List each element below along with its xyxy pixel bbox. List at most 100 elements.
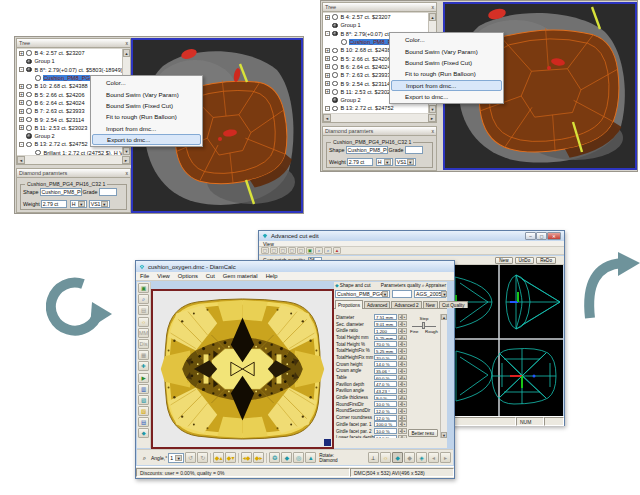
tree-item-label[interactable]: B 13: 2.72 ct. $24752 xyxy=(34,141,89,147)
context-menu-item[interactable]: Import from dmc... xyxy=(391,80,502,91)
zoom-out-icon[interactable]: ⌕ xyxy=(324,247,332,254)
parameter-input[interactable]: 64.0 % xyxy=(374,435,397,438)
tree-item-label[interactable]: Brillant 1: 2.72 ct (24752 $), H V xyxy=(43,150,125,155)
parameter-spinner[interactable]: ◂▸ xyxy=(398,368,407,374)
tree-expander-icon[interactable]: - xyxy=(19,142,24,147)
clarity-combobox[interactable]: VS1▼ xyxy=(89,200,110,208)
step-slider[interactable] xyxy=(410,321,438,329)
tree-expander-icon[interactable]: + xyxy=(325,56,330,61)
parameter-input[interactable]: 12.0 % xyxy=(374,415,397,421)
tree-item-label[interactable]: B 6: 2.64 ct. $24024 xyxy=(34,100,86,106)
parameter-input[interactable]: 100.0 % xyxy=(374,421,397,427)
tab[interactable]: Advanced 2 xyxy=(391,301,421,308)
grade-input[interactable] xyxy=(99,188,117,196)
chevron-down-icon[interactable]: ▼ xyxy=(382,291,388,297)
parameter-spinner[interactable]: ◂▸ xyxy=(398,401,407,407)
chevron-down-icon[interactable]: ▼ xyxy=(407,159,414,165)
parameter-spinner[interactable]: ◂▸ xyxy=(398,341,407,347)
target-icon[interactable]: ◎ xyxy=(293,452,304,463)
parameter-input[interactable]: 35.06 ° xyxy=(374,368,397,374)
scroll-down-icon[interactable]: ▼ xyxy=(429,105,436,113)
turn-left-icon[interactable]: ◂◆ xyxy=(241,452,252,463)
parameter-input[interactable]: 7.51 mm xyxy=(374,314,397,320)
tree-item-label[interactable]: B 8*: 2.79(+0.07) ct. $5803(-18949) xyxy=(34,67,124,73)
panel-scrollbar[interactable]: ▲▼ xyxy=(440,314,447,438)
button[interactable]: ReDo xyxy=(536,257,556,264)
photo-icon[interactable]: ▦ xyxy=(138,350,149,360)
close-icon[interactable]: x xyxy=(432,129,435,134)
parameter-spinner[interactable]: ◂▸ xyxy=(398,395,407,401)
tree-expander-icon[interactable]: - xyxy=(19,67,24,72)
parameter-spinner[interactable]: ◂▸ xyxy=(398,421,407,427)
tree-expander-icon[interactable]: + xyxy=(325,15,330,20)
open-icon[interactable]: ▧ xyxy=(138,406,149,416)
tree-expander-icon[interactable]: + xyxy=(325,89,330,94)
parameter-input[interactable]: 10.0 % xyxy=(374,428,397,434)
tree-item-label[interactable]: B 11: 2.53 ct. $23023 xyxy=(340,89,395,95)
scene-icon[interactable]: ▣ xyxy=(138,283,149,293)
parameter-spinner[interactable]: ◂▸ xyxy=(398,328,407,334)
scroll-down-icon[interactable]: ▼ xyxy=(123,147,130,155)
save-icon[interactable]: ▢ xyxy=(279,247,287,254)
context-menu-item[interactable]: Color... xyxy=(391,34,502,45)
tree-item[interactable]: +B 4: 2.57 ct. $23207 xyxy=(323,13,436,21)
better-result-button[interactable]: Better resu xyxy=(408,429,438,437)
tree-expander-icon[interactable]: + xyxy=(19,84,24,89)
context-menu-item[interactable]: Bound Swim (Fixed Cut) xyxy=(391,57,502,68)
menu-item[interactable]: View xyxy=(153,273,173,279)
movie-icon[interactable]: ▥ xyxy=(138,384,149,394)
gem-render-view[interactable] xyxy=(151,289,334,449)
weight-input[interactable]: 2.79 ct xyxy=(347,158,373,166)
parameter-spinner[interactable]: ◂▸ xyxy=(398,381,407,387)
open-icon[interactable]: ▢ xyxy=(270,247,278,254)
tree-expander-icon[interactable] xyxy=(28,150,33,155)
tree-expander-icon[interactable]: + xyxy=(19,109,24,114)
slider-handle[interactable] xyxy=(422,322,425,329)
angle-combobox[interactable]: 1▼ xyxy=(168,453,184,463)
gem-top-icon[interactable]: ◆ xyxy=(281,452,292,463)
tree-item-label[interactable]: Group 1 xyxy=(34,58,56,64)
gear-icon[interactable]: ❂ xyxy=(269,452,280,463)
tree-item[interactable]: - B 8*: 2.79(+0.07) ct. $5803(-18949) xyxy=(17,66,130,74)
parameter-input[interactable]: 70.0 % xyxy=(374,355,397,361)
menu-item[interactable]: View xyxy=(259,241,278,247)
context-menu-item[interactable]: Bound Swim (Vary Param) xyxy=(391,45,502,56)
chevron-down-icon[interactable]: ▼ xyxy=(175,455,182,461)
tree-item-label[interactable]: B 13: 2.72 ct. $24752 xyxy=(340,105,395,111)
tab[interactable]: New xyxy=(423,301,438,308)
tree-item-label[interactable]: B 5: 2.66 ct. $24206 xyxy=(340,56,392,62)
tree-item[interactable]: +B 4: 2.57 ct. $23207 xyxy=(17,49,130,57)
tree-horizontal-scrollbar[interactable]: ◄► xyxy=(17,156,130,164)
scroll-down-icon[interactable]: ▼ xyxy=(441,432,447,438)
parameter-spinner[interactable]: ◂▸ xyxy=(398,321,407,327)
tree-item-label[interactable]: B 9: 2.54 ct. $23114 xyxy=(34,117,86,123)
tree-item-label[interactable]: Group 2 xyxy=(340,97,362,103)
context-menu-item[interactable]: Import from dmc... xyxy=(92,123,201,134)
prev-icon[interactable]: ◂ xyxy=(428,452,439,463)
cone-icon[interactable]: ▲ xyxy=(305,452,316,463)
light-icon[interactable]: ☼ xyxy=(138,317,149,327)
maximize-button[interactable]: ◻ xyxy=(536,232,547,240)
parameter-spinner[interactable]: ◂▸ xyxy=(398,408,407,414)
parameter-spinner[interactable]: ◂▸ xyxy=(398,435,407,438)
tree-item-label[interactable]: B 10: 2.68 ct. $24388 xyxy=(34,83,89,89)
close-icon[interactable]: x xyxy=(432,5,435,10)
button[interactable]: UnDo xyxy=(515,257,535,264)
parameter-input[interactable]: 43.23 ° xyxy=(374,388,397,394)
parameter-input[interactable]: 70.0 % xyxy=(374,341,397,347)
zoom-icon[interactable]: ⌕ xyxy=(139,452,150,463)
scroll-right-icon[interactable]: ► xyxy=(122,156,130,164)
color-combobox[interactable]: H▼ xyxy=(376,158,393,166)
parameter-spinner[interactable]: ◂▸ xyxy=(398,388,407,394)
context-menu-item[interactable]: Bound Swim (Fixed Cut) xyxy=(92,100,201,111)
menu-item[interactable]: Help xyxy=(262,273,282,279)
tree-expander-icon[interactable] xyxy=(325,23,330,28)
tree-expander-icon[interactable]: + xyxy=(325,73,330,78)
color-combobox[interactable]: H▼ xyxy=(70,200,87,208)
tree-item[interactable]: Brillant 1: 2.72 ct (24752 $), H V xyxy=(17,149,130,155)
context-menu-item[interactable]: Fit to rough (Run Balloon) xyxy=(92,111,201,122)
cut-combobox[interactable]: Cushion_PM8_PG4_P▼ xyxy=(335,290,390,298)
tab[interactable]: Propotions xyxy=(335,300,363,309)
copy-icon[interactable]: ▢ xyxy=(297,247,305,254)
options-icon[interactable]: ▤ xyxy=(138,305,149,315)
